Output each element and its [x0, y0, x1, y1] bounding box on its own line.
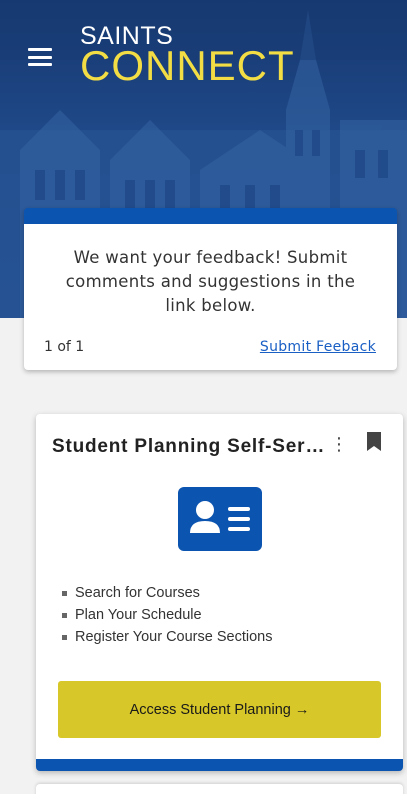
more-options-icon[interactable]: ⋮: [330, 434, 348, 456]
feedback-message: We want your feedback! Submit comments a…: [65, 248, 356, 315]
card-title: Student Planning Self-Servi…: [52, 436, 332, 457]
feedback-card: We want your feedback! Submit comments a…: [24, 208, 397, 370]
feedback-pagination: 1 of 1: [44, 339, 85, 355]
menu-icon[interactable]: [28, 46, 52, 68]
access-student-planning-button[interactable]: Access Student Planning →: [58, 681, 381, 738]
list-item: Plan Your Schedule: [62, 604, 272, 626]
contact-card-icon: [178, 487, 262, 551]
list-item: Register Your Course Sections: [62, 626, 272, 648]
student-planning-card: Student Planning Self-Servi… ⋮ Search fo…: [36, 414, 403, 771]
feature-list: Search for Courses Plan Your Schedule Re…: [62, 582, 272, 648]
next-card-peek: [36, 784, 403, 794]
bookmark-icon[interactable]: [367, 432, 381, 451]
saints-connect-logo: SAINTS CONNECT: [80, 24, 295, 89]
logo-connect-text: CONNECT: [80, 42, 295, 89]
list-item: Search for Courses: [62, 582, 272, 604]
submit-feedback-link[interactable]: Submit Feeback: [260, 339, 376, 355]
